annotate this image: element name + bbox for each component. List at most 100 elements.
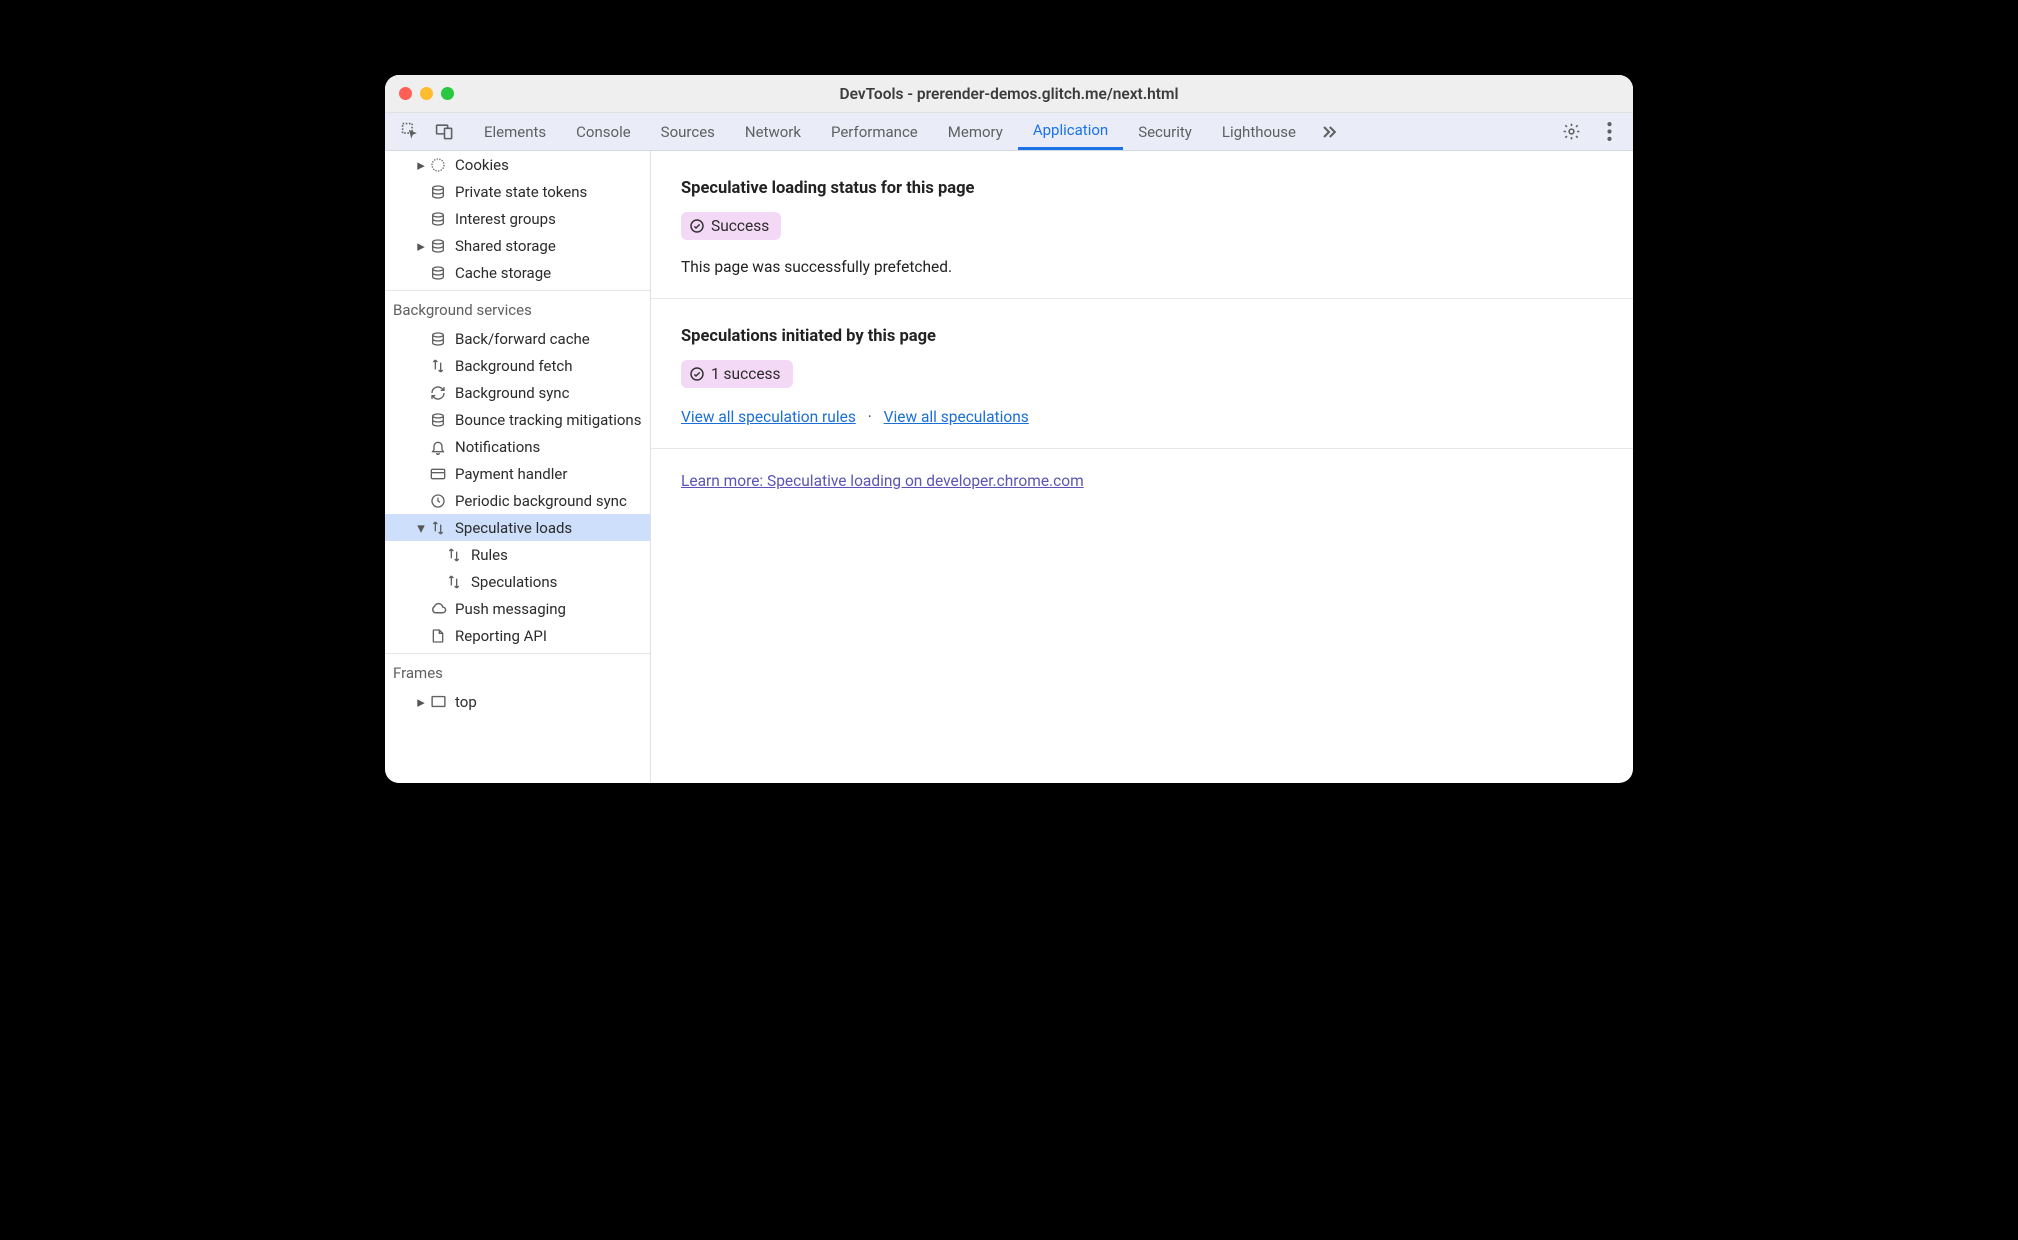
speculations-badge-label: 1 success [711,365,781,383]
sidebar-item-label: Background fetch [455,357,572,375]
tab-console[interactable]: Console [561,113,646,150]
sidebar-item-label: Cookies [455,156,509,174]
sidebar-item-label: Rules [471,546,508,564]
inspect-element-icon[interactable] [399,121,421,143]
body: ▸ Cookies Private state tokens Interest … [385,151,1633,783]
database-icon [429,210,447,228]
maximize-window-button[interactable] [441,87,454,100]
arrows-icon [429,519,447,537]
sidebar-group-background-services: Background services [385,293,650,325]
sidebar-item-notifications[interactable]: Notifications [385,433,650,460]
clock-icon [429,492,447,510]
sidebar-item-rules[interactable]: Rules [385,541,650,568]
sidebar: ▸ Cookies Private state tokens Interest … [385,151,651,783]
settings-icon[interactable] [1557,118,1585,146]
speculations-heading: Speculations initiated by this page [681,327,1603,346]
database-icon [429,183,447,201]
tabs-overflow-icon[interactable] [1311,113,1347,150]
view-rules-link[interactable]: View all speculation rules [681,408,856,426]
sidebar-item-speculations[interactable]: Speculations [385,568,650,595]
chevron-right-icon: ▸ [415,156,427,174]
sidebar-item-label: Speculations [471,573,557,591]
close-window-button[interactable] [399,87,412,100]
devtools-window: DevTools - prerender-demos.glitch.me/nex… [385,75,1633,783]
database-icon [429,411,447,429]
panel-tabs: Elements Console Sources Network Perform… [469,113,1557,150]
arrows-icon [445,546,463,564]
separator: · [868,408,872,426]
sidebar-item-top-frame[interactable]: ▸ top [385,688,650,715]
sidebar-item-label: Push messaging [455,600,566,618]
sidebar-item-label: top [455,693,477,711]
sidebar-item-label: Payment handler [455,465,567,483]
sidebar-item-background-fetch[interactable]: Background fetch [385,352,650,379]
arrows-icon [429,357,447,375]
tab-network[interactable]: Network [730,113,816,150]
sidebar-group-frames: Frames [385,656,650,688]
sidebar-item-label: Speculative loads [455,519,572,537]
cloud-icon [429,600,447,618]
divider [385,653,650,654]
view-speculations-link[interactable]: View all speculations [884,408,1029,426]
speculations-badge: 1 success [681,360,793,388]
arrows-icon [445,573,463,591]
sidebar-item-label: Bounce tracking mitigations [455,411,641,429]
sidebar-item-shared-storage[interactable]: ▸ Shared storage [385,232,650,259]
database-icon [429,237,447,255]
sidebar-item-label: Back/forward cache [455,330,590,348]
device-toggle-icon[interactable] [433,121,455,143]
sidebar-item-label: Interest groups [455,210,556,228]
sidebar-item-background-sync[interactable]: Background sync [385,379,650,406]
sync-icon [429,384,447,402]
status-section: Speculative loading status for this page… [651,151,1633,299]
tab-lighthouse[interactable]: Lighthouse [1207,113,1311,150]
titlebar: DevTools - prerender-demos.glitch.me/nex… [385,75,1633,113]
chevron-down-icon: ▾ [415,519,427,537]
learn-more-link[interactable]: Learn more: Speculative loading on devel… [681,472,1084,490]
tab-sources[interactable]: Sources [646,113,730,150]
divider [385,290,650,291]
toolbar-right [1557,118,1633,146]
cookie-icon [429,156,447,174]
speculations-section: Speculations initiated by this page 1 su… [651,299,1633,449]
more-menu-icon[interactable] [1595,118,1623,146]
bell-icon [429,438,447,456]
minimize-window-button[interactable] [420,87,433,100]
sidebar-item-interest-groups[interactable]: Interest groups [385,205,650,232]
check-circle-icon [689,366,705,382]
document-icon [429,627,447,645]
sidebar-item-label: Periodic background sync [455,492,627,510]
sidebar-item-speculative-loads[interactable]: ▾ Speculative loads [385,514,650,541]
tab-application[interactable]: Application [1018,113,1123,150]
sidebar-item-label: Cache storage [455,264,551,282]
sidebar-item-private-state-tokens[interactable]: Private state tokens [385,178,650,205]
content-pane: Speculative loading status for this page… [651,151,1633,783]
window-title: DevTools - prerender-demos.glitch.me/nex… [385,85,1633,103]
window-controls [399,87,454,100]
sidebar-item-cookies[interactable]: ▸ Cookies [385,151,650,178]
tab-performance[interactable]: Performance [816,113,933,150]
tab-memory[interactable]: Memory [933,113,1018,150]
sidebar-item-label: Shared storage [455,237,556,255]
chevron-right-icon: ▸ [415,237,427,255]
chevron-right-icon: ▸ [415,693,427,711]
sidebar-item-cache-storage[interactable]: Cache storage [385,259,650,286]
card-icon [429,465,447,483]
tab-security[interactable]: Security [1123,113,1207,150]
sidebar-item-periodic-sync[interactable]: Periodic background sync [385,487,650,514]
learn-more-section: Learn more: Speculative loading on devel… [651,449,1633,512]
sidebar-item-reporting-api[interactable]: Reporting API [385,622,650,649]
status-badge: Success [681,212,781,240]
check-circle-icon [689,218,705,234]
sidebar-item-bfcache[interactable]: Back/forward cache [385,325,650,352]
sidebar-item-payment-handler[interactable]: Payment handler [385,460,650,487]
status-badge-label: Success [711,217,769,235]
sidebar-item-label: Notifications [455,438,540,456]
status-description: This page was successfully prefetched. [681,258,1603,276]
speculation-links: View all speculation rules · View all sp… [681,408,1603,426]
sidebar-item-label: Private state tokens [455,183,587,201]
sidebar-item-bounce-tracking[interactable]: Bounce tracking mitigations [385,406,650,433]
tab-elements[interactable]: Elements [469,113,561,150]
sidebar-item-label: Reporting API [455,627,547,645]
sidebar-item-push-messaging[interactable]: Push messaging [385,595,650,622]
